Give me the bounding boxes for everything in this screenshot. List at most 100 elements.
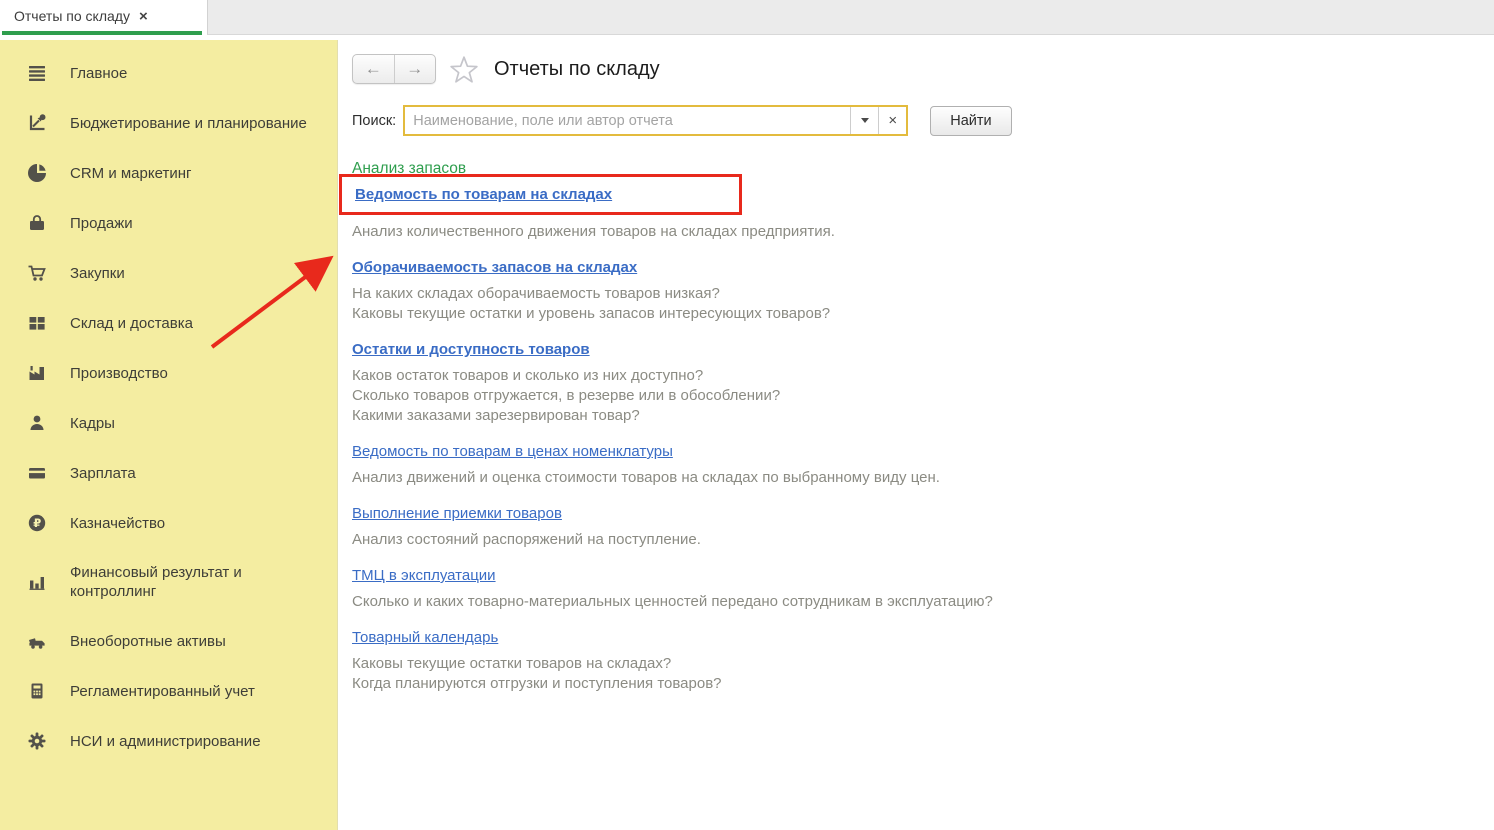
report-description-line: Какими заказами зарезервирован товар? (352, 406, 1470, 426)
sidebar-item-label: Бюджетирование и планирование (70, 114, 307, 133)
bar-chart-icon (27, 572, 47, 592)
sidebar-item-label: НСИ и администрирование (70, 732, 261, 751)
annotation-highlight-box: Ведомость по товарам на складах (339, 174, 742, 215)
sidebar-item-purchases[interactable]: Закупки (0, 248, 337, 298)
sidebar-item-warehouse[interactable]: Склад и доставка (0, 298, 337, 348)
menu-icon (27, 63, 47, 83)
bag-icon (27, 213, 47, 233)
sidebar-item-label: CRM и маркетинг (70, 164, 191, 183)
sidebar-item-label: Регламентированный учет (70, 682, 255, 701)
search-clear-button[interactable]: × (878, 107, 906, 134)
report-link-vedomost-po-tovaram-na-skladah[interactable]: Ведомость по товарам на складах (355, 186, 612, 203)
forward-arrow-icon: → (406, 59, 423, 79)
find-button[interactable]: Найти (930, 106, 1011, 136)
sidebar-item-label: Зарплата (70, 464, 136, 483)
cart-icon (27, 263, 47, 283)
sidebar-item-crm[interactable]: CRM и маркетинг (0, 148, 337, 198)
sidebar-item-label: Склад и доставка (70, 314, 193, 333)
report-description-line: На каких складах оборачиваемость товаров… (352, 284, 1470, 304)
report-description-line: Каковы текущие остатки товаров на склада… (352, 654, 1470, 674)
report-item: ТМЦ в эксплуатации Сколько и каких товар… (352, 567, 1470, 612)
report-description-line: Сколько товаров отгружается, в резерве и… (352, 386, 1470, 406)
factory-icon (27, 363, 47, 383)
chevron-down-icon (861, 118, 869, 123)
report-link-tmc-v-ekspluatacii[interactable]: ТМЦ в эксплуатации (352, 567, 496, 584)
report-description-line: Анализ движений и оценка стоимости товар… (352, 468, 1470, 488)
search-label: Поиск: (352, 113, 396, 129)
sidebar-item-budgeting[interactable]: Бюджетирование и планирование (0, 98, 337, 148)
sidebar-item-label: Закупки (70, 264, 125, 283)
back-button[interactable]: ← (353, 55, 395, 83)
budget-chart-icon (27, 113, 47, 133)
sidebar-item-treasury[interactable]: ₽ Казначейство (0, 498, 337, 548)
tab-close-icon[interactable]: × (139, 8, 148, 25)
search-field: × (403, 105, 908, 136)
pie-chart-icon (27, 163, 47, 183)
sidebar-item-nsi-administration[interactable]: НСИ и администрирование (0, 716, 337, 766)
sidebar-item-label: Главное (70, 64, 127, 83)
sidebar-item-salary[interactable]: Зарплата (0, 448, 337, 498)
truck-icon (27, 631, 47, 651)
report-description: На каких складах оборачиваемость товаров… (352, 284, 1470, 324)
report-description-line: Каков остаток товаров и сколько из них д… (352, 366, 1470, 386)
tab-warehouse-reports[interactable]: Отчеты по складу × (0, 0, 207, 40)
gear-icon (27, 731, 47, 751)
sidebar-item-label: Производство (70, 364, 168, 383)
search-input[interactable] (405, 107, 850, 134)
credit-card-icon (27, 463, 47, 483)
report-description: Анализ движений и оценка стоимости товар… (352, 468, 1470, 488)
page-title: Отчеты по складу (494, 58, 660, 81)
sidebar-item-noncurrent-assets[interactable]: Внеоборотные активы (0, 616, 337, 666)
report-link-vedomost-v-cenah-nomenklatury[interactable]: Ведомость по товарам в ценах номенклатур… (352, 443, 673, 460)
sidebar-item-label: Кадры (70, 414, 115, 433)
sidebar-item-hr[interactable]: Кадры (0, 398, 337, 448)
sections-panel: Главное Бюджетирование и планирование CR… (0, 40, 338, 830)
calculator-icon (27, 681, 47, 701)
report-link-vypolnenie-priemki[interactable]: Выполнение приемки товаров (352, 505, 562, 522)
report-item: Товарный календарь Каковы текущие остатк… (352, 629, 1470, 694)
page-header: ← → Отчеты по складу (352, 54, 1470, 84)
ruble-circle-icon: ₽ (27, 513, 47, 533)
sidebar-item-label: Казначейство (70, 514, 165, 533)
report-item: Оборачиваемость запасов на складах На ка… (352, 259, 1470, 324)
search-row: Поиск: × Найти (352, 105, 1470, 136)
report-description: Анализ количественного движения товаров … (352, 222, 1470, 242)
report-link-oborachivaemost-zapasov[interactable]: Оборачиваемость запасов на складах (352, 259, 637, 276)
app-window: Главное Бюджетирование и планирование CR… (0, 40, 1494, 830)
report-item: Выполнение приемки товаров Анализ состоя… (352, 505, 1470, 550)
tab-strip-empty (207, 0, 1494, 35)
report-description: Каков остаток товаров и сколько из них д… (352, 366, 1470, 426)
report-link-tovarnyj-kalendar[interactable]: Товарный календарь (352, 629, 498, 646)
report-description: Анализ состояний распоряжений на поступл… (352, 530, 1470, 550)
report-item: Остатки и доступность товаров Каков оста… (352, 341, 1470, 426)
back-arrow-icon: ← (365, 59, 382, 79)
sidebar-item-production[interactable]: Производство (0, 348, 337, 398)
close-icon: × (888, 112, 897, 129)
sidebar-item-label: Внеоборотные активы (70, 632, 226, 651)
report-description-line: Сколько и каких товарно-материальных цен… (352, 592, 1470, 612)
report-description-line: Анализ состояний распоряжений на поступл… (352, 530, 1470, 550)
search-dropdown-button[interactable] (850, 107, 878, 134)
report-link-ostatki-i-dostupnost[interactable]: Остатки и доступность товаров (352, 341, 590, 358)
sidebar-item-regulated-accounting[interactable]: Регламентированный учет (0, 666, 337, 716)
sidebar-item-main[interactable]: Главное (0, 48, 337, 98)
report-description: Каковы текущие остатки товаров на склада… (352, 654, 1470, 694)
report-description: Сколько и каких товарно-материальных цен… (352, 592, 1470, 612)
tab-label: Отчеты по складу (14, 8, 130, 24)
sidebar-item-label: Продажи (70, 214, 133, 233)
warehouse-boxes-icon (27, 313, 47, 333)
report-item: Ведомость по товарам в ценах номенклатур… (352, 443, 1470, 488)
forward-button[interactable]: → (395, 55, 436, 83)
svg-text:₽: ₽ (33, 516, 41, 530)
history-nav: ← → (352, 54, 436, 84)
sidebar-item-sales[interactable]: Продажи (0, 198, 337, 248)
tab-bar: Отчеты по складу × (0, 0, 1494, 40)
report-list: Ведомость по товарам на складах Анализ к… (352, 178, 1470, 694)
favorite-star-icon[interactable] (449, 55, 479, 84)
report-description-line: Когда планируются отгрузки и поступления… (352, 674, 1470, 694)
person-icon (27, 413, 47, 433)
report-description-line: Анализ количественного движения товаров … (352, 222, 1470, 242)
sidebar-item-finresult[interactable]: Финансовый результат и контроллинг (0, 548, 337, 616)
report-panel: ← → Отчеты по складу Поиск: × Найти Анал… (338, 40, 1494, 830)
sidebar-item-label: Финансовый результат и контроллинг (70, 563, 329, 601)
